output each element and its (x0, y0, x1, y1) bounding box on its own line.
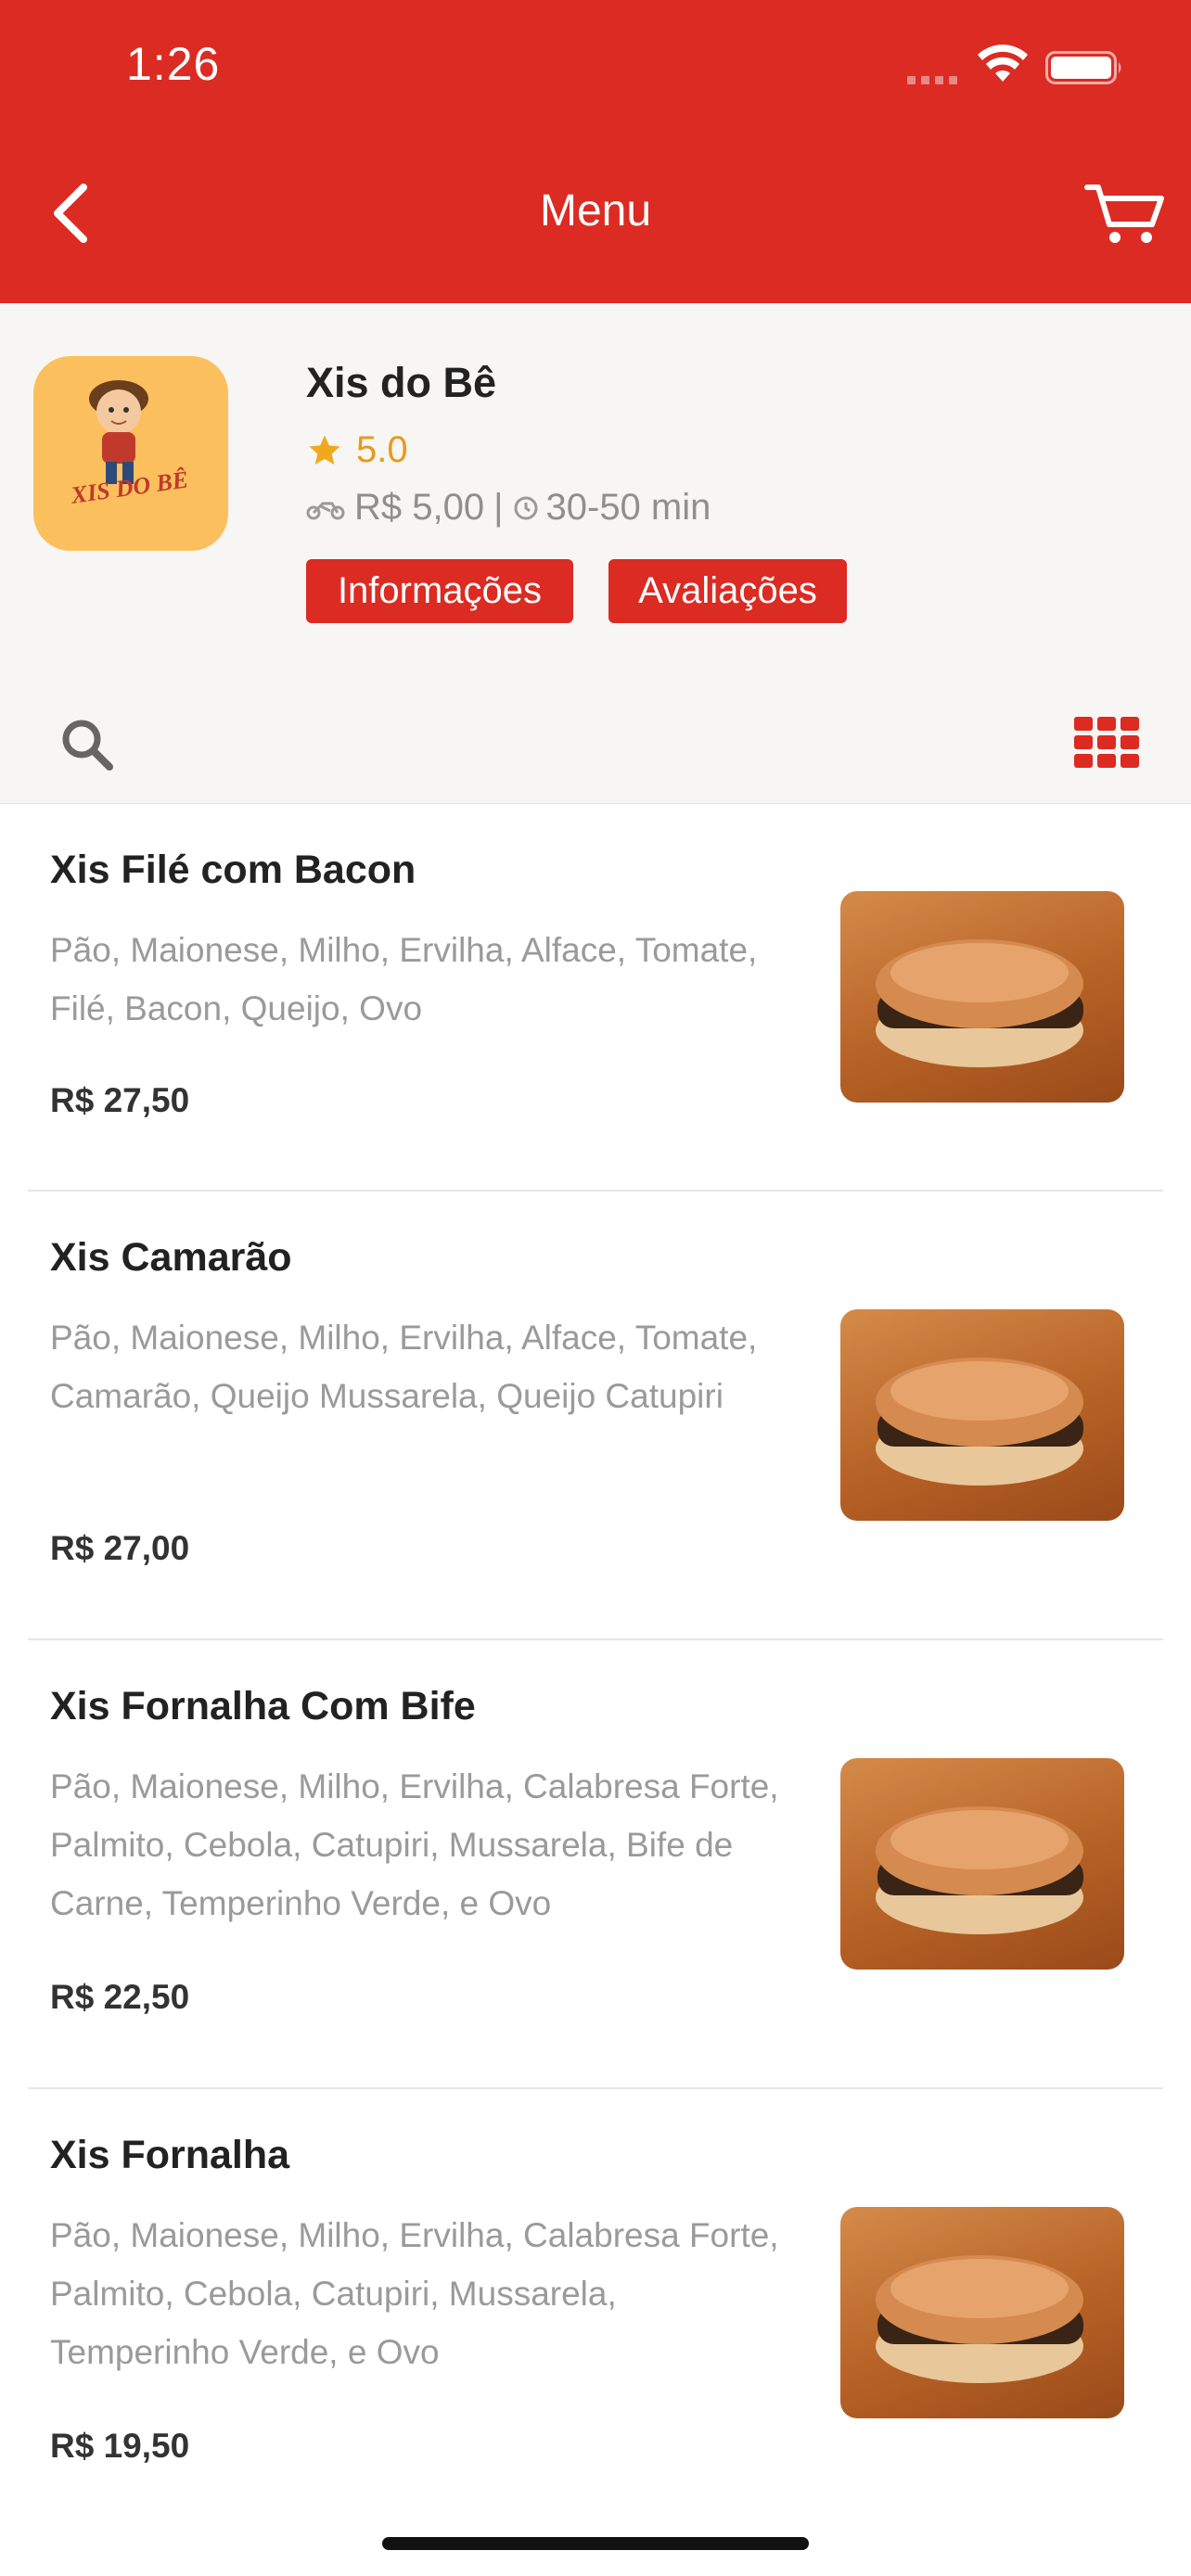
item-description: Pão, Maionese, Milho, Ervilha, Calabresa… (50, 2216, 779, 2371)
home-indicator[interactable] (382, 2537, 809, 2550)
item-photo (840, 1758, 1124, 1970)
delivery-fee: R$ 5,00 (354, 487, 485, 528)
store-logo: XIS DO BÊ (33, 356, 228, 551)
item-photo (840, 1309, 1124, 1521)
item-photo (840, 2207, 1124, 2418)
delivery-time: 30-50 min (545, 487, 711, 528)
item-description: Pão, Maionese, Milho, Ervilha, Calabresa… (50, 1767, 779, 1922)
page-title: Menu (539, 186, 652, 236)
menu-item[interactable]: Xis Fornalha Com Bife Pão, Maionese, Mil… (0, 1640, 1191, 2089)
store-info-panel: XIS DO BÊ Xis do Bê 5.0 R$ 5,00 | 30-50 … (0, 303, 1191, 804)
menu-item[interactable]: Xis Camarão Pão, Maionese, Milho, Ervilh… (0, 1192, 1191, 1640)
cellular-signal-icon (907, 72, 963, 89)
burger-image (876, 1806, 1083, 1934)
star-icon (309, 434, 340, 465)
tab-informacoes[interactable]: Informações (306, 559, 573, 623)
item-price: R$ 27,00 (50, 1529, 190, 1567)
burger-image (876, 1358, 1083, 1486)
item-price: R$ 22,50 (50, 1978, 190, 2016)
cart-button[interactable] (1083, 176, 1167, 250)
store-logo-art: XIS DO BÊ (69, 380, 190, 509)
app-header: 1:26 Menu (0, 0, 1191, 303)
item-price: R$ 27,50 (50, 1081, 190, 1119)
item-title: Xis Fornalha Com Bife (50, 1684, 476, 1728)
item-photo (840, 891, 1124, 1103)
burger-image (876, 939, 1083, 1067)
item-description: Pão, Maionese, Milho, Ervilha, Alface, T… (50, 1319, 758, 1415)
menu-item[interactable]: Xis Fornalha Pão, Maionese, Milho, Ervil… (0, 2089, 1191, 2538)
clock-icon (514, 496, 537, 519)
item-price: R$ 19,50 (50, 2427, 190, 2465)
search-icon[interactable] (59, 717, 115, 772)
grid-icon[interactable] (1074, 717, 1139, 769)
separator: | (493, 487, 504, 528)
wifi-icon (978, 45, 1028, 82)
store-rating: 5.0 (306, 429, 408, 471)
tab-avaliacoes[interactable]: Avaliações (608, 559, 847, 623)
item-title: Xis Filé com Bacon (50, 848, 416, 892)
rating-value: 5.0 (356, 429, 408, 470)
battery-icon (1045, 51, 1121, 84)
burger-image (876, 2255, 1083, 2383)
item-title: Xis Fornalha (50, 2133, 290, 2177)
item-title: Xis Camarão (50, 1235, 292, 1280)
store-name: Xis do Bê (306, 359, 497, 406)
delivery-info: R$ 5,00 | 30-50 min (306, 487, 711, 529)
menu-item[interactable]: Xis Filé com Bacon Pão, Maionese, Milho,… (0, 804, 1191, 1192)
item-description: Pão, Maionese, Milho, Ervilha, Alface, T… (50, 931, 758, 1027)
motorcycle-icon (306, 502, 345, 519)
status-time: 1:26 (126, 38, 221, 90)
